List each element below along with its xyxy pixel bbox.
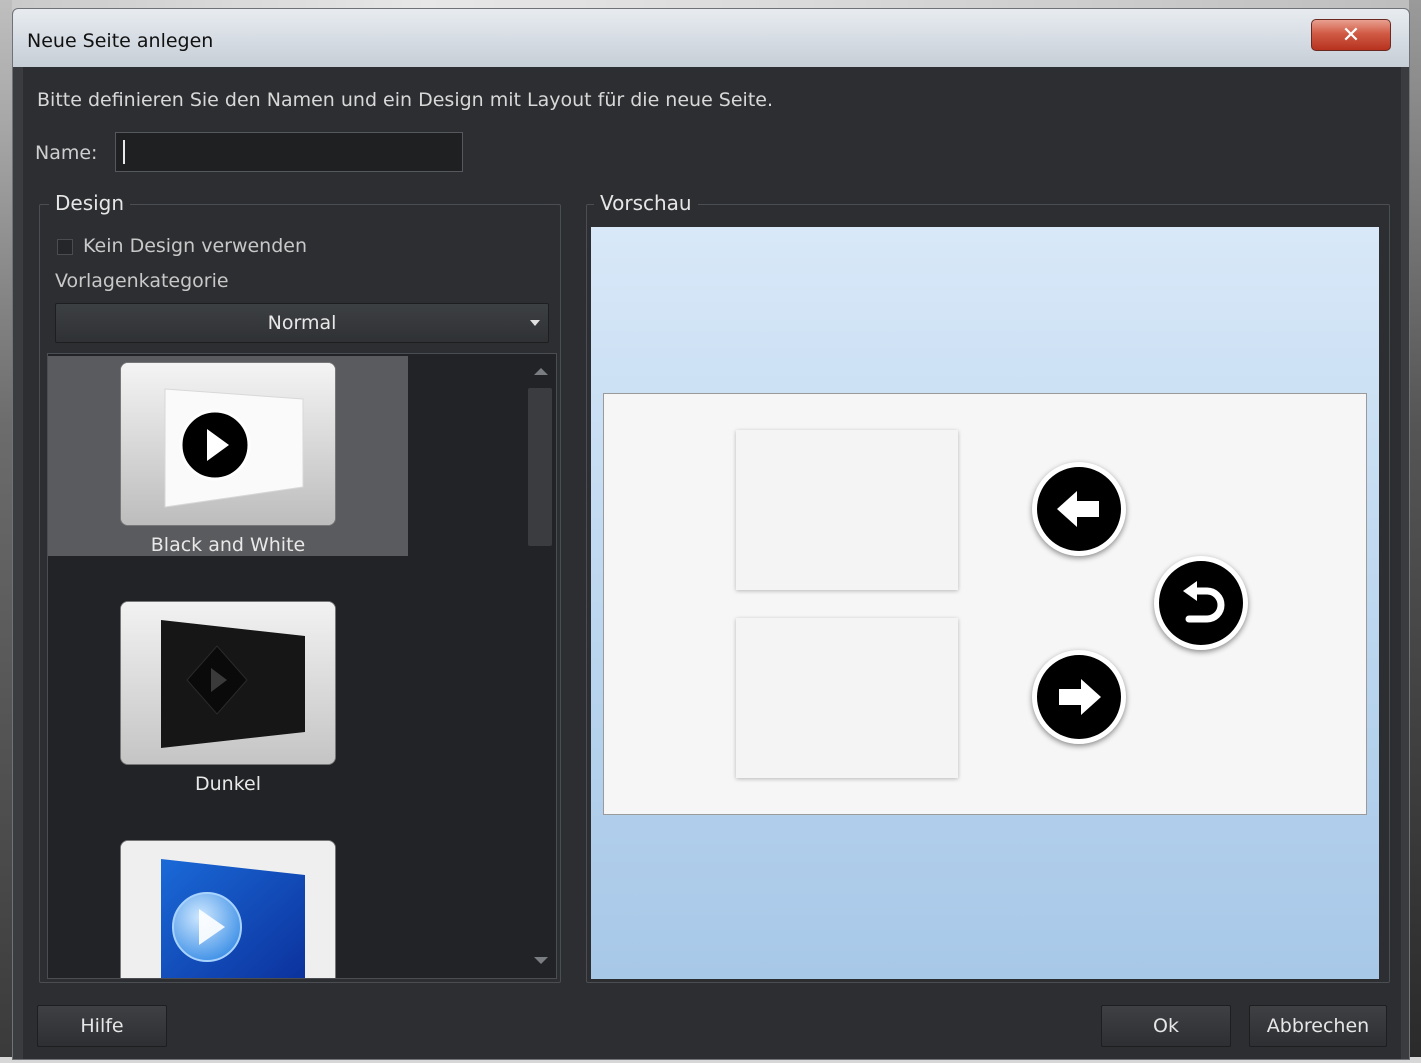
ok-button-label: Ok [1153, 1015, 1179, 1037]
scrollbar-thumb[interactable] [528, 388, 552, 546]
return-icon [1183, 581, 1225, 623]
preview-canvas [591, 227, 1379, 979]
chevron-down-icon [530, 320, 540, 326]
scroll-up-icon[interactable] [534, 368, 548, 375]
play-icon [121, 602, 335, 764]
template-item-dunkel[interactable]: Dunkel [48, 595, 408, 795]
help-button[interactable]: Hilfe [37, 1005, 167, 1047]
design-legend: Design [49, 191, 131, 215]
template-category-select[interactable]: Normal [55, 303, 549, 343]
close-button[interactable]: ✕ [1311, 19, 1391, 51]
name-label: Name: [35, 142, 98, 164]
background-left-edge [0, 0, 12, 1063]
play-icon [121, 841, 335, 978]
intro-text: Bitte definieren Sie den Namen und ein D… [37, 89, 774, 111]
preview-back-button [1032, 462, 1126, 556]
arrow-left-icon [1057, 491, 1099, 527]
template-thumbnail [120, 601, 336, 765]
no-design-checkbox[interactable] [57, 239, 73, 255]
preview-placeholder-top [736, 430, 958, 590]
template-thumbnail [120, 840, 336, 978]
template-category-label: Vorlagenkategorie [55, 270, 229, 292]
new-page-dialog: Neue Seite anlegen ✕ Bitte definieren Si… [12, 8, 1410, 1060]
preview-page [603, 393, 1367, 815]
ok-button[interactable]: Ok [1101, 1005, 1231, 1047]
template-item-black-and-white[interactable]: Black and White [48, 356, 408, 556]
cancel-button[interactable]: Abbrechen [1249, 1005, 1387, 1047]
title-bar[interactable]: Neue Seite anlegen ✕ [13, 9, 1409, 67]
preview-placeholder-bottom [736, 618, 958, 778]
preview-return-button [1154, 556, 1248, 650]
dialog-body: Bitte definieren Sie den Namen und ein D… [23, 67, 1401, 1059]
template-thumbnail [120, 362, 336, 526]
template-label: Dunkel [194, 773, 261, 795]
cancel-button-label: Abbrechen [1266, 1015, 1370, 1037]
help-button-label: Hilfe [80, 1015, 124, 1037]
template-list[interactable]: Black and White Dunkel [47, 353, 557, 979]
template-list-scrollbar[interactable] [526, 354, 556, 978]
template-category-value: Normal [267, 312, 337, 334]
preview-legend: Vorschau [594, 191, 698, 215]
dialog-title: Neue Seite anlegen [27, 30, 214, 52]
background-right-edge [1409, 0, 1421, 1063]
arrow-right-icon [1059, 679, 1101, 715]
template-label: Black and White [150, 534, 306, 556]
preview-next-button [1032, 650, 1126, 744]
name-input[interactable] [115, 132, 463, 172]
play-icon [121, 363, 335, 525]
template-item-blue[interactable] [48, 834, 408, 978]
close-icon: ✕ [1341, 22, 1361, 48]
scroll-down-icon[interactable] [534, 957, 548, 964]
text-caret [123, 140, 125, 164]
no-design-label[interactable]: Kein Design verwenden [83, 235, 307, 257]
